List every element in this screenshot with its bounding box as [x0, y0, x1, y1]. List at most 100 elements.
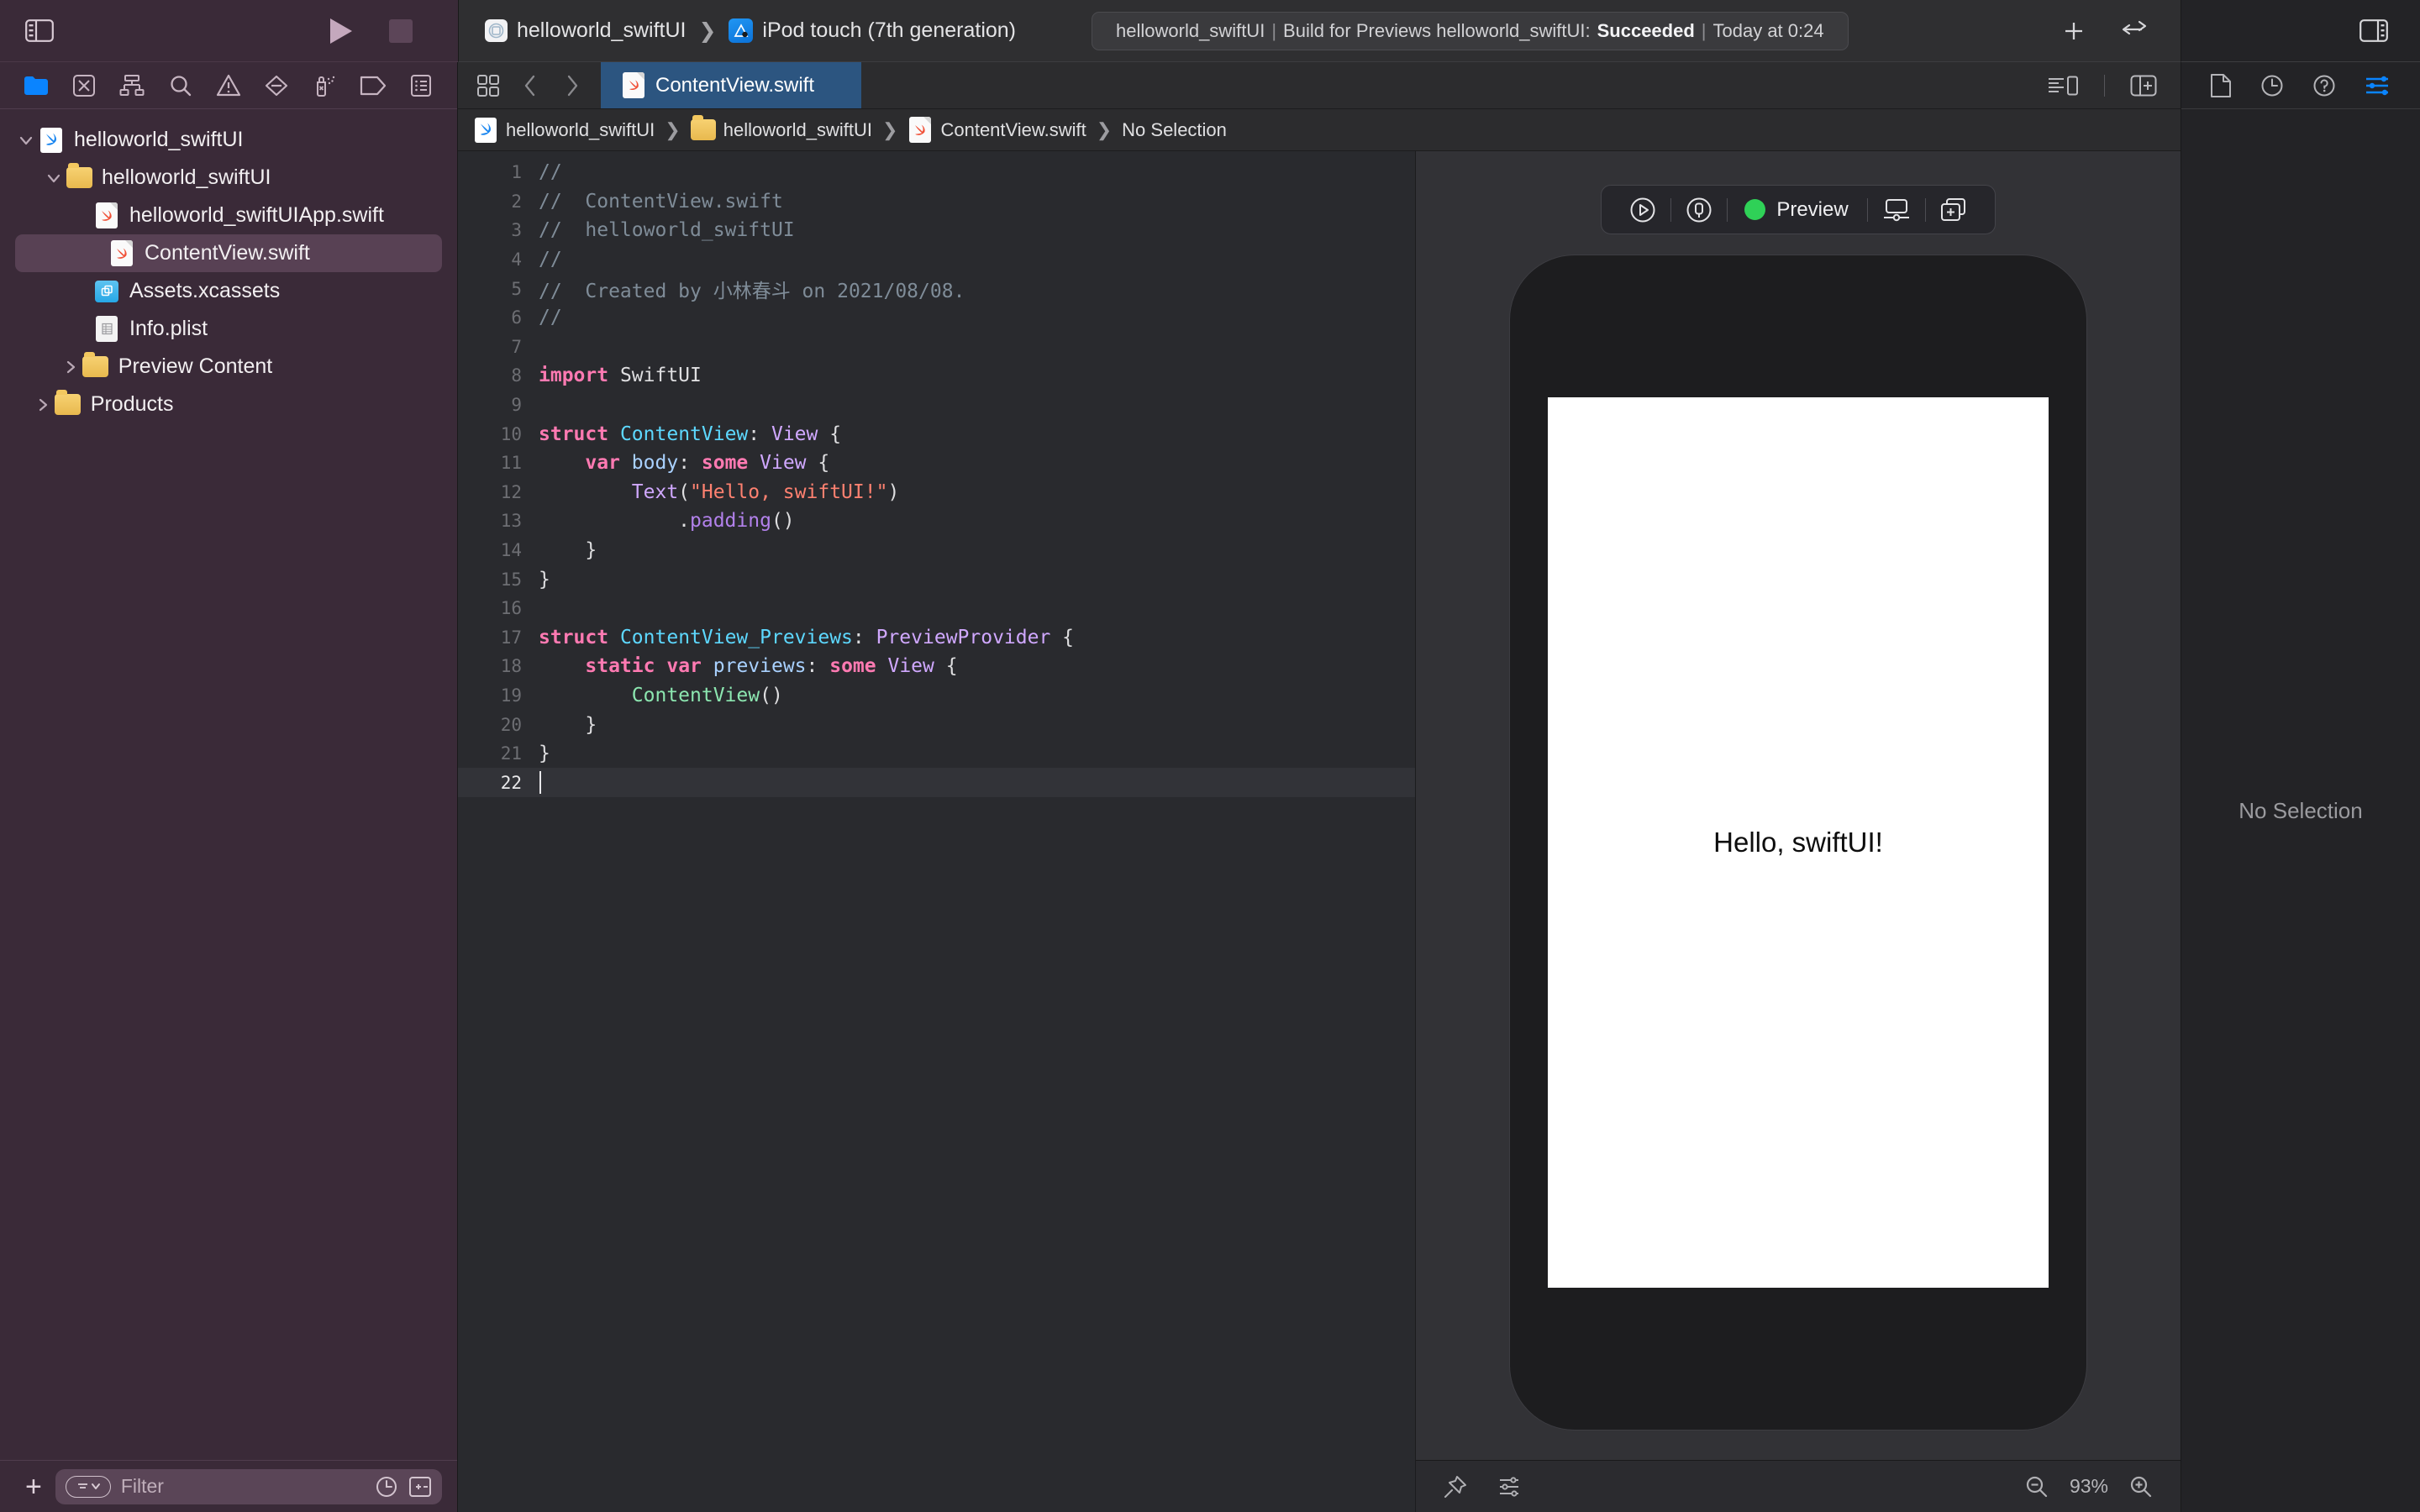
chevron-right-icon[interactable]: [60, 360, 82, 375]
code-line[interactable]: 13 .padding(): [458, 507, 1415, 536]
main-body: helloworld_swiftUI helloworld_swiftUI hell…: [0, 62, 2420, 1512]
sidebar-item-test-navigator[interactable]: [253, 62, 301, 108]
sidebar-item-report-navigator[interactable]: [397, 62, 445, 108]
sidebar-item-project-navigator[interactable]: [12, 62, 60, 108]
forward-button[interactable]: [566, 74, 579, 97]
code-line[interactable]: 12 Text("Hello, swiftUI!"): [458, 478, 1415, 507]
list-item-selected[interactable]: ContentView.swift: [15, 234, 442, 272]
duplicate-preview-icon[interactable]: [1926, 197, 1981, 223]
status-time: Today at 0:24: [1712, 19, 1824, 41]
editor-tab-bar: ContentView.swift: [458, 62, 2181, 109]
editor-tab-contentview[interactable]: ContentView.swift: [601, 62, 861, 108]
list-item[interactable]: helloworld_swiftUI: [0, 121, 457, 159]
tab-help-inspector[interactable]: [2312, 74, 2336, 97]
library-toggle-icon[interactable]: [2120, 20, 2149, 42]
add-button[interactable]: [2061, 18, 2086, 44]
line-number: 15: [500, 569, 522, 590]
zoom-out-icon[interactable]: [2024, 1474, 2049, 1499]
folder-icon: [65, 163, 93, 188]
code-line[interactable]: 20 }: [458, 710, 1415, 739]
add-editor-icon[interactable]: [2130, 75, 2157, 97]
toggle-canvas-icon[interactable]: [2047, 75, 2079, 97]
stop-button[interactable]: [389, 18, 413, 43]
code-line[interactable]: 5 // Created by 小林春斗 on 2021/08/08.: [458, 274, 1415, 303]
code-line[interactable]: 4 //: [458, 245, 1415, 275]
code-line[interactable]: 18 static var previews: some View {: [458, 652, 1415, 681]
code-line[interactable]: 7: [458, 333, 1415, 362]
sidebar-item-symbol-navigator[interactable]: [108, 62, 156, 108]
chevron-down-icon[interactable]: [43, 171, 65, 186]
assets-icon: [92, 280, 121, 302]
sidebar-item-issue-navigator[interactable]: [204, 62, 252, 108]
breadcrumb-item[interactable]: helloworld_swiftUI: [473, 117, 655, 143]
clock-icon[interactable]: [375, 1475, 398, 1499]
chevron-right-icon[interactable]: [32, 397, 54, 412]
list-item[interactable]: Preview Content: [0, 348, 457, 386]
list-item[interactable]: helloworld_swiftUI: [0, 159, 457, 197]
list-item[interactable]: helloworld_swiftUIApp.swift: [0, 197, 457, 234]
code-line[interactable]: 22: [458, 768, 1415, 798]
tab-file-inspector[interactable]: [2210, 73, 2232, 98]
sidebar-item-debug-navigator[interactable]: [301, 62, 349, 108]
sidebar-item-source-control-navigator[interactable]: [60, 62, 108, 108]
code-line[interactable]: 11 var body: some View {: [458, 449, 1415, 478]
code-editor[interactable]: 1 // 2 // ContentView.swift 3 // helloworld_s…: [458, 151, 1416, 1512]
scheme-name: helloworld_swiftUI: [517, 18, 687, 42]
add-file-button[interactable]: +: [25, 1473, 42, 1501]
zoom-in-icon[interactable]: [2128, 1474, 2154, 1499]
list-item[interactable]: Info.plist: [0, 310, 457, 348]
preview-variants-icon[interactable]: [1497, 1474, 1522, 1499]
code-line[interactable]: 6 //: [458, 303, 1415, 333]
plus-minus-icon[interactable]: [408, 1476, 432, 1498]
code-line[interactable]: 3 // helloworld_swiftUI: [458, 216, 1415, 245]
tab-attributes-inspector[interactable]: [2365, 74, 2391, 97]
folder-icon: [690, 115, 716, 140]
preview-device-frame: Hello, swiftUI!: [1509, 255, 2087, 1431]
status-bar[interactable]: helloworld_swiftUI | Build for Previews …: [1092, 11, 1849, 50]
inspector-content: No Selection: [2181, 109, 2420, 1512]
pin-preview-icon[interactable]: [1443, 1474, 1468, 1499]
device-settings-icon[interactable]: [1868, 197, 1925, 223]
back-button[interactable]: [523, 74, 537, 97]
preview-status-dot: [1744, 199, 1766, 220]
scheme-selector[interactable]: helloworld_swiftUI ❯ iPod touch (7th gen…: [485, 18, 1016, 44]
inspector-toggle-icon[interactable]: [2360, 19, 2388, 42]
breadcrumb-item[interactable]: No Selection: [1122, 119, 1227, 141]
list-item[interactable]: Assets.xcassets: [0, 272, 457, 310]
play-preview-icon[interactable]: [1615, 197, 1670, 223]
code-line[interactable]: 10 struct ContentView: View {: [458, 419, 1415, 449]
code-line[interactable]: 21}: [458, 739, 1415, 769]
code-line[interactable]: 19 ContentView(): [458, 681, 1415, 711]
inspect-preview-icon[interactable]: [1671, 197, 1727, 223]
navigator-tab-bar: [0, 62, 457, 109]
scheme-chevron-icon: ❯: [698, 18, 717, 43]
sidebar-item-find-navigator[interactable]: [156, 62, 204, 108]
preview-bottom-bar: 93%: [1416, 1460, 2181, 1512]
line-number: 7: [511, 336, 522, 357]
list-item[interactable]: Products: [0, 386, 457, 423]
code-line[interactable]: 2 // ContentView.swift: [458, 187, 1415, 217]
run-button[interactable]: [330, 18, 352, 44]
code-line[interactable]: 14 }: [458, 536, 1415, 565]
code-line[interactable]: 9: [458, 391, 1415, 420]
code-text: //: [539, 161, 562, 184]
line-number: 2: [511, 191, 522, 212]
breadcrumb-item[interactable]: helloworld_swiftUI: [690, 115, 872, 141]
sidebar-item-breakpoint-navigator[interactable]: [349, 62, 397, 108]
breadcrumb-item[interactable]: ContentView.swift: [908, 117, 1086, 143]
code-line[interactable]: 15}: [458, 564, 1415, 594]
code-text: .padding(): [539, 510, 795, 533]
preview-device-screen[interactable]: Hello, swiftUI!: [1548, 397, 2049, 1288]
code-line[interactable]: 8 import SwiftUI: [458, 361, 1415, 391]
code-line[interactable]: 1 //: [458, 158, 1415, 187]
sidebar-toggle-icon[interactable]: [25, 19, 54, 42]
editor-options-icon[interactable]: [476, 74, 500, 97]
chevron-down-icon[interactable]: [15, 133, 37, 148]
filter-input[interactable]: Filter: [55, 1468, 442, 1504]
code-line[interactable]: 16: [458, 594, 1415, 623]
tab-history-inspector[interactable]: [2260, 74, 2284, 97]
filter-dropdown-icon[interactable]: [65, 1475, 111, 1498]
line-number: 13: [500, 511, 522, 532]
code-line[interactable]: 17 struct ContentView_Previews: PreviewPr…: [458, 623, 1415, 653]
preview-status[interactable]: Preview: [1728, 198, 1866, 222]
